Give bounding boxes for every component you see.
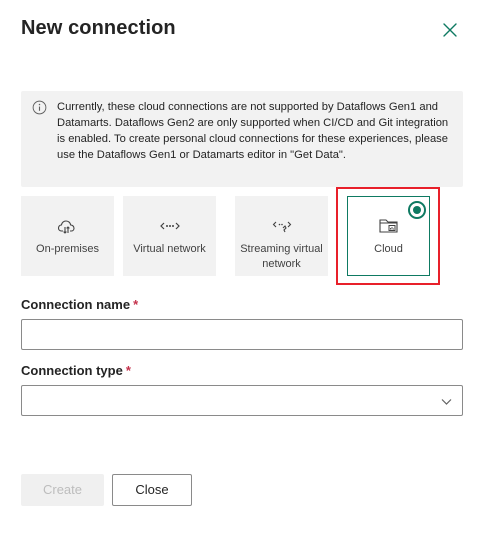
tile-streaming-virtual-network[interactable]: Streaming virtual network bbox=[235, 196, 328, 276]
info-icon bbox=[32, 100, 47, 115]
required-marker: * bbox=[133, 297, 139, 312]
connection-name-label: Connection name * bbox=[21, 297, 138, 312]
selected-radio[interactable] bbox=[408, 201, 426, 219]
virtual-network-icon bbox=[159, 222, 180, 230]
connection-type-label: Connection type * bbox=[21, 363, 131, 378]
tile-label: Cloud bbox=[374, 243, 403, 255]
create-button[interactable]: Create bbox=[21, 474, 104, 506]
tile-cloud[interactable]: Cloud bbox=[347, 196, 430, 276]
streaming-network-icon bbox=[272, 221, 291, 233]
tile-label: Virtual network bbox=[133, 243, 206, 255]
tile-label: Streaming virtual network bbox=[240, 243, 323, 270]
tile-virtual-network[interactable]: Virtual network bbox=[123, 196, 216, 276]
required-marker: * bbox=[125, 363, 131, 378]
connection-name-input[interactable] bbox=[21, 319, 463, 350]
chevron-down-icon bbox=[441, 399, 452, 405]
tile-on-premises[interactable]: On-premises bbox=[21, 196, 114, 276]
banner-text: Currently, these cloud connections are n… bbox=[57, 101, 449, 161]
info-banner: Currently, these cloud connections are n… bbox=[21, 91, 463, 187]
dialog-title: New connection bbox=[21, 17, 176, 39]
close-icon[interactable] bbox=[441, 21, 459, 39]
new-connection-dialog: New connection Currently, these cloud co… bbox=[0, 0, 483, 535]
cloud-folder-icon bbox=[378, 219, 398, 233]
connection-name-label-text: Connection name bbox=[21, 297, 131, 312]
connection-type-label-text: Connection type bbox=[21, 363, 123, 378]
connection-type-dropdown[interactable] bbox=[21, 385, 463, 416]
close-button[interactable]: Close bbox=[112, 474, 192, 506]
tile-label: On-premises bbox=[36, 243, 99, 255]
cloud-gateway-icon bbox=[57, 220, 75, 234]
